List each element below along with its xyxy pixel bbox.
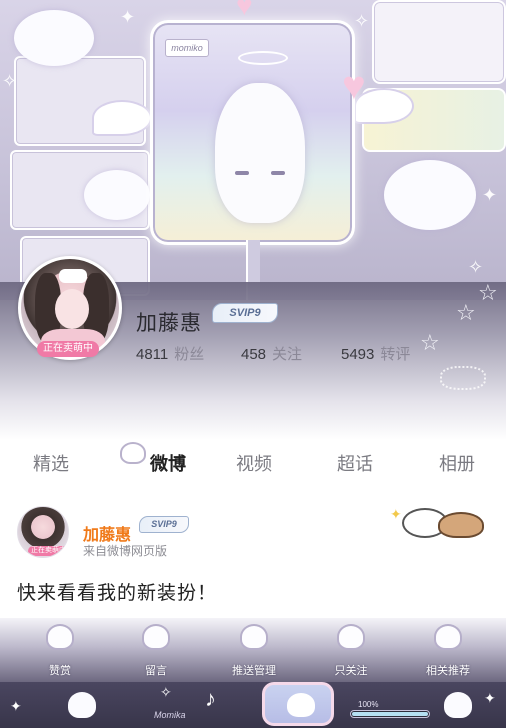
wing-decoration <box>92 100 152 136</box>
follow-only-button[interactable]: 只关注 <box>306 618 396 682</box>
tab-album[interactable]: 相册 <box>439 450 475 476</box>
nav-profile[interactable] <box>436 686 480 724</box>
cloud-mascot-decoration <box>84 170 150 220</box>
progress-label: 100% <box>358 700 379 709</box>
stat-following[interactable]: 458 关注 <box>241 343 302 364</box>
tv-decoration <box>372 0 506 84</box>
nav-compose[interactable] <box>262 682 334 726</box>
nav-brand-text: Momika <box>154 710 186 720</box>
progress-fill <box>352 712 428 716</box>
cloud-mascot-decoration <box>384 160 476 230</box>
cloud-mascot-decoration <box>14 10 94 66</box>
sparkle-icon: ✦ <box>482 185 498 205</box>
tab-featured[interactable]: 精选 <box>33 450 69 476</box>
heart-bubble-icon <box>46 624 74 650</box>
post-source: 来自微博网页版 <box>83 544 168 558</box>
reward-button[interactable]: 赞赏 <box>15 618 105 682</box>
tab-super-topic[interactable]: 超话 <box>337 450 373 476</box>
post-author-avatar[interactable]: 正在卖萌中 <box>17 506 69 558</box>
stat-value: 5493 <box>341 346 375 363</box>
sparkle-icon: ✦ <box>10 698 22 714</box>
nav-progress: 100% <box>350 700 430 722</box>
monitor-mascot-decoration: momiko <box>150 20 355 245</box>
sparkle-icon: ✧ <box>468 257 484 277</box>
action-label: 留言 <box>145 665 167 677</box>
sparkle-icon: ✦ <box>120 7 136 27</box>
sparkle-icon: ✦ <box>390 506 402 522</box>
sheep-dog-sticker: ✦ <box>388 500 492 546</box>
stat-reposts[interactable]: 5493 转评 <box>341 343 410 364</box>
stat-value: 4811 <box>136 346 169 363</box>
stat-label: 转评 <box>380 346 411 363</box>
related-recommend-button[interactable]: 相关推荐 <box>403 618 493 682</box>
star-outline-icon: ☆ <box>478 280 498 305</box>
action-label: 赞赏 <box>49 665 71 677</box>
heart-icon: ♥ <box>236 0 253 21</box>
sparkle-icon: ✧ <box>354 11 370 31</box>
stat-followers[interactable]: 4811 粉丝 <box>136 343 204 364</box>
svip-badge[interactable]: SVIP9 <box>139 516 189 533</box>
star-outline-icon: ☆ <box>456 300 476 325</box>
message-icon <box>142 624 170 650</box>
post-text: 快来看看我的新装扮！ <box>17 583 218 604</box>
sparkle-icon: ✧ <box>160 684 172 700</box>
star-outline-icon: ☆ <box>420 330 440 355</box>
heart-icon: ♥ <box>342 64 366 108</box>
stat-label: 粉丝 <box>174 346 205 363</box>
profile-tabs: 精选 微博 视频 超话 相册 <box>0 440 506 482</box>
stat-label: 关注 <box>272 346 303 363</box>
mascot-profile-icon <box>444 692 472 718</box>
follow-icon <box>337 624 365 650</box>
bow-decoration <box>440 366 486 390</box>
push-settings-button[interactable]: 推送管理 <box>209 618 299 682</box>
stat-value: 458 <box>241 346 267 363</box>
action-label: 推送管理 <box>232 665 276 677</box>
mascot-home-icon <box>68 692 96 718</box>
profile-cover-banner[interactable]: momiko ♥ ♥ ✦ ✧ ✦ ✧ ✧ <box>0 0 506 300</box>
message-button[interactable]: 留言 <box>111 618 201 682</box>
bottom-navigation: ✦ ✧ ✦ <box>0 682 506 728</box>
sparkle-icon: ✧ <box>2 71 18 91</box>
profile-avatar[interactable]: 正在卖萌中 <box>18 256 122 360</box>
action-label: 只关注 <box>334 665 368 677</box>
sparkle-icon: ✦ <box>484 690 496 706</box>
avatar-status-badge: 正在卖萌中 <box>28 546 68 556</box>
tab-weibo[interactable]: 微博 <box>150 450 186 476</box>
mascot-blob <box>215 83 305 223</box>
profile-username: 加藤惠 <box>136 312 202 335</box>
avatar-status-badge: 正在卖萌中 <box>37 341 99 357</box>
monitor-tag: momiko <box>165 39 209 57</box>
action-label: 相关推荐 <box>426 665 470 677</box>
progress-track <box>350 710 430 718</box>
bell-icon <box>240 624 268 650</box>
profile-action-bar: 赞赏 留言 推送管理 只关注 相关推荐 <box>0 618 506 682</box>
svip-badge[interactable]: SVIP9 <box>212 303 278 323</box>
mascot-tab-icon <box>120 442 146 464</box>
music-note-icon: ♪ <box>205 686 216 711</box>
recommend-icon <box>434 624 462 650</box>
halo-icon <box>238 51 288 65</box>
mascot-compose-icon <box>287 693 315 717</box>
tab-video[interactable]: 视频 <box>236 450 272 476</box>
nav-home[interactable] <box>60 686 104 724</box>
